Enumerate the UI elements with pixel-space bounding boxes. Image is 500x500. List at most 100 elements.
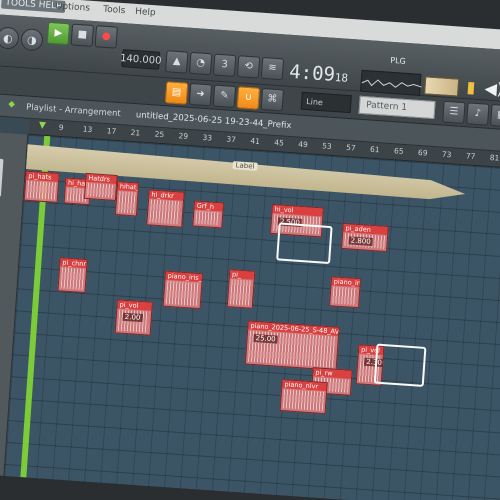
blend-icon: ≋: [267, 62, 278, 74]
clip-waveform: [282, 389, 325, 411]
track-scroll-handle[interactable]: [0, 158, 4, 197]
pattern-clip[interactable]: piano_2025-06-25_S-48_AVGK-2 25.00: [244, 320, 340, 371]
stop-icon: ■: [77, 28, 88, 41]
ruler-tick: 77: [465, 151, 476, 161]
countdown-icon: 3: [221, 59, 229, 71]
metronome-icon: ▲: [172, 55, 181, 68]
plugin-label: PLG: [390, 55, 407, 66]
main-volume-strip[interactable]: [424, 76, 460, 97]
draw-tool-button[interactable]: ➜: [188, 82, 213, 107]
snap-select[interactable]: Line: [300, 91, 352, 114]
pattern-clip[interactable]: piano_iris_1: [162, 270, 204, 310]
ruler-tick: 73: [441, 149, 452, 160]
ruler-tick: 29: [178, 131, 189, 141]
clip-waveform: [229, 279, 252, 306]
ruler-tick: 9: [58, 122, 64, 133]
tempo-display[interactable]: 140.000: [120, 49, 162, 70]
clip-waveform: [195, 210, 221, 226]
playhead-icon[interactable]: ▼: [39, 120, 47, 130]
metronome-button[interactable]: ▲: [164, 50, 189, 74]
magnet-icon: ∪: [244, 91, 253, 104]
speaker-icon[interactable]: ◀): [484, 78, 500, 98]
channel-rack-button[interactable]: ▦: [490, 103, 500, 128]
record-button[interactable]: ●: [94, 25, 119, 49]
play-button[interactable]: ▶: [46, 21, 71, 46]
playlist-icon: ☰: [449, 106, 459, 118]
ruler-tick: 61: [369, 144, 380, 155]
clip-label: pi_: [229, 270, 255, 280]
selection-frame: [373, 343, 427, 387]
ruler-tick: 13: [82, 124, 93, 135]
pitch-knob-icon[interactable]: ◑: [20, 28, 44, 52]
time-main: 4:09: [288, 60, 336, 86]
ruler-tick: 49: [297, 139, 309, 150]
paint-icon: ✎: [219, 90, 230, 102]
slice-tool-button[interactable]: ⌘: [260, 87, 285, 112]
ruler-tick: 69: [417, 147, 428, 158]
cpu-icon: ▮: [466, 77, 477, 97]
ruler-tick: 65: [393, 146, 404, 156]
waveform-clip-label: Label: [232, 161, 258, 171]
pattern-clip[interactable]: pi_vol 2.00: [114, 299, 153, 336]
pattern-select[interactable]: Pattern 1: [358, 95, 436, 120]
stage: TOOLS HELP Options Tools Help ◐ ◑ ▶ ■ ● …: [0, 0, 500, 500]
piano-roll-button[interactable]: ♪: [466, 102, 490, 126]
arrow-right-icon: ➜: [195, 88, 206, 100]
knife-icon: ⌘: [266, 93, 278, 106]
ruler-tick: 57: [345, 142, 356, 153]
countdown-button[interactable]: 3: [212, 53, 237, 77]
loop-icon: ⟲: [243, 60, 254, 73]
ruler-tick: 37: [226, 134, 237, 145]
playlist-title: Playlist - Arrangement: [25, 102, 122, 120]
ruler-tick: 21: [130, 127, 141, 138]
ruler-tick: 25: [154, 129, 165, 140]
pattern-clip[interactable]: pi_hats: [23, 170, 60, 203]
piano-roll-icon: ♪: [474, 107, 482, 120]
wait-button[interactable]: ◔: [188, 51, 213, 76]
daw-window: TOOLS HELP Options Tools Help ◐ ◑ ▶ ■ ● …: [0, 0, 500, 500]
pattern-clip[interactable]: Hatdrs: [83, 172, 118, 202]
snap-toggle-button[interactable]: ∪: [236, 86, 261, 110]
clip-value: 2.800: [348, 236, 373, 247]
pattern-song-toggle[interactable]: ▤: [164, 81, 189, 105]
loop-record-button[interactable]: ⟲: [236, 55, 261, 79]
master-knob-icon[interactable]: ◐: [0, 26, 20, 50]
time-sub: 18: [334, 70, 349, 85]
blend-button[interactable]: ≋: [260, 56, 285, 81]
ruler-tick: 41: [250, 136, 261, 146]
ruler-tick: 45: [274, 137, 285, 148]
clip-waveform: [332, 286, 358, 306]
clip-waveform: [87, 183, 114, 198]
clip-waveform: [60, 267, 85, 290]
pattern-clip[interactable]: hi_drkr: [146, 189, 185, 228]
pattern-clip[interactable]: piano_nlvr: [279, 379, 328, 415]
clip-waveform: [165, 280, 200, 306]
pattern-icon: ▤: [171, 86, 182, 99]
selection-frame: [276, 222, 333, 265]
pattern-clip[interactable]: Grf_h: [192, 200, 225, 229]
record-icon: ●: [101, 30, 112, 43]
playlist-button[interactable]: ☰: [442, 100, 466, 125]
paint-tool-button[interactable]: ✎: [212, 84, 237, 109]
clip-waveform: [26, 180, 56, 200]
ruler-tick: 81: [489, 152, 500, 163]
clip-value: 25.00: [253, 333, 278, 344]
clip-waveform: [118, 191, 136, 214]
pattern-clip[interactable]: pi_aden 2.800: [341, 222, 389, 253]
pattern-clip[interactable]: hihat_fx: [114, 181, 140, 217]
playlist-diamond-icon: ◆: [7, 99, 16, 110]
playlist-grid[interactable]: Label pi_hats hi_hat Hatdrs hihat_fx hi_drkr…: [4, 134, 500, 500]
wait-icon: ◔: [195, 57, 206, 69]
clip-waveform: [149, 199, 181, 225]
menu-help[interactable]: Help: [135, 7, 156, 18]
pattern-clip[interactable]: pi_chnr: [57, 257, 88, 294]
clip-label: hihat_fx: [117, 182, 140, 193]
ruler-tick: 33: [202, 132, 213, 143]
ruler-tick: 17: [106, 126, 117, 136]
pattern-clip[interactable]: piano_iro_2: [329, 276, 362, 309]
pattern-clip[interactable]: pi_: [226, 269, 256, 309]
menu-tools[interactable]: Tools: [103, 5, 126, 17]
play-icon: ▶: [54, 27, 63, 39]
ruler-tick: 53: [321, 141, 333, 151]
stop-button[interactable]: ■: [70, 23, 95, 48]
